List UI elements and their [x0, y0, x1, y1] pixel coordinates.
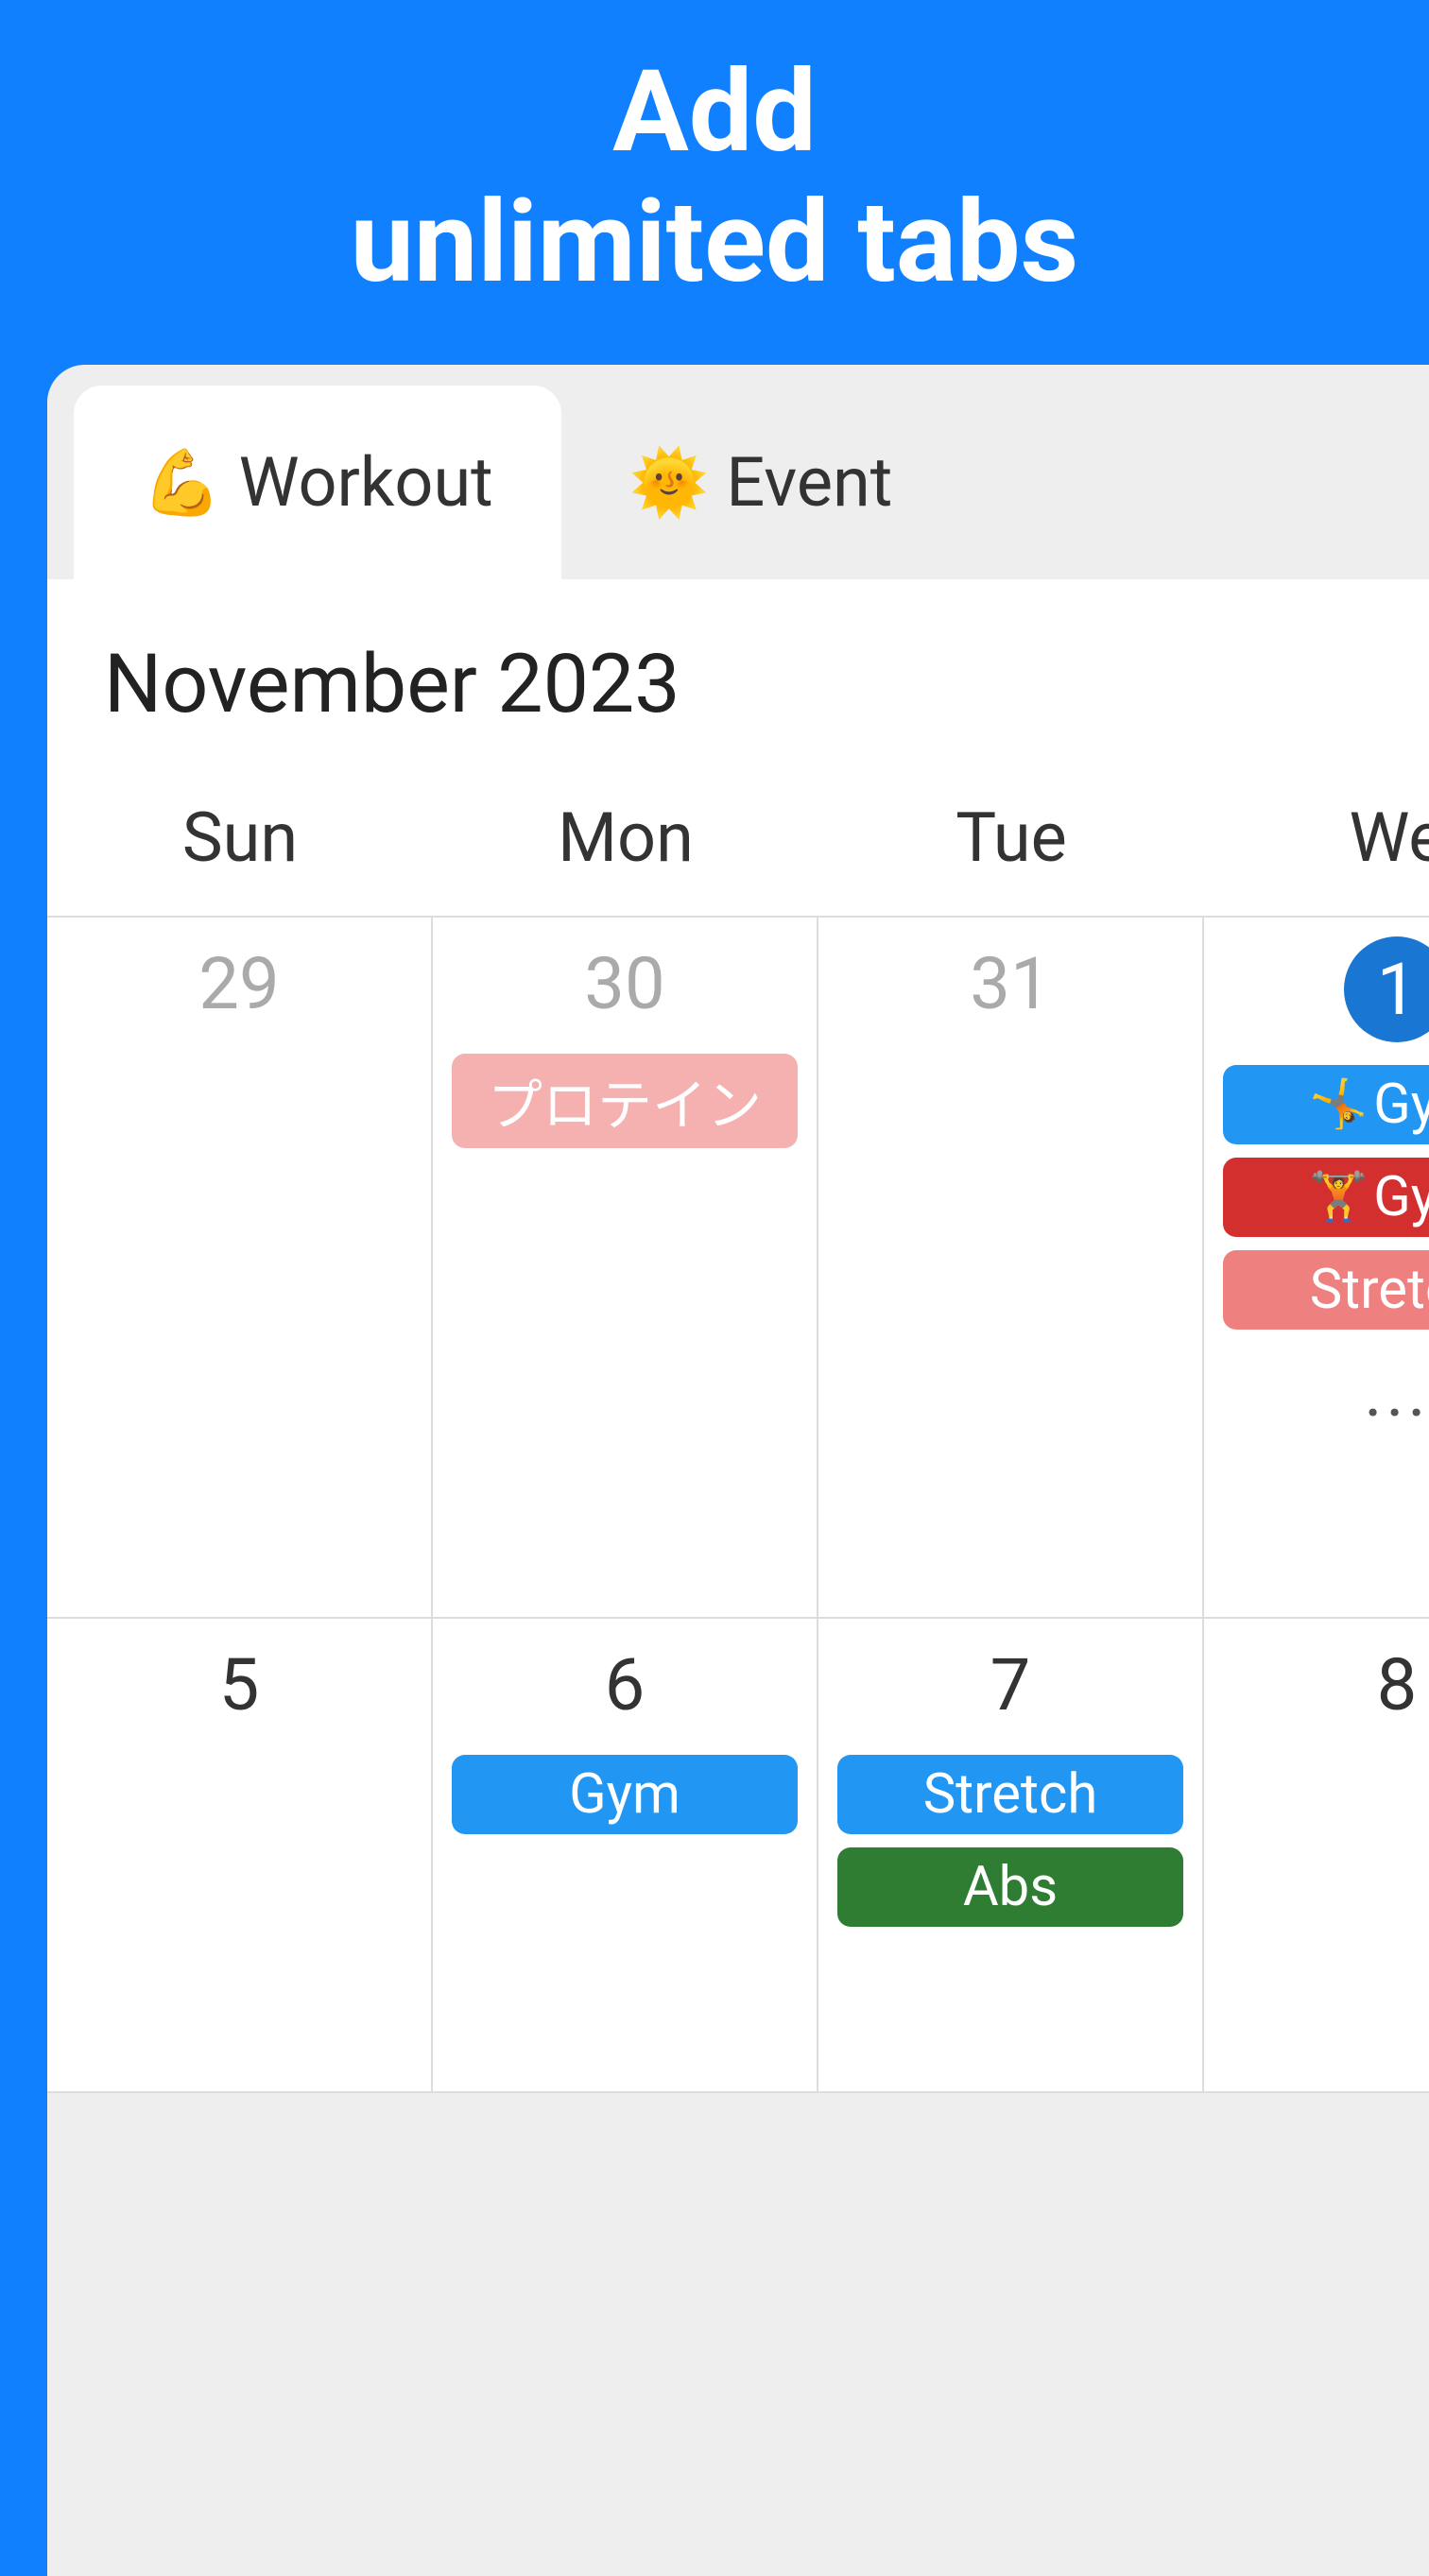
- event-label: Abs: [963, 1855, 1058, 1919]
- event-label: Stretch: [923, 1762, 1098, 1827]
- event-label: Gym: [1373, 1073, 1429, 1137]
- event-pill[interactable]: プロテイン: [452, 1054, 799, 1148]
- day-header-tue: Tue: [818, 798, 1204, 878]
- phone-frame: 💪 Workout 🌞 Event November 2023 Sun Mon …: [47, 365, 1429, 2576]
- date-number: 30: [577, 936, 672, 1031]
- event-pill[interactable]: 🏋️ Gym: [1223, 1158, 1429, 1237]
- weightlifter-emoji-icon: 🏋️: [1309, 1170, 1368, 1225]
- date-number: 5: [192, 1638, 286, 1732]
- event-label: Gym: [1373, 1165, 1429, 1229]
- date-number: 7: [963, 1638, 1058, 1732]
- promo-header: Add unlimited tabs: [0, 0, 1429, 365]
- date-number: 6: [577, 1638, 672, 1732]
- event-pill[interactable]: Stretch: [1223, 1250, 1429, 1330]
- header-line2: unlimited tabs: [0, 178, 1429, 308]
- day-header-wed: We: [1204, 798, 1429, 878]
- calendar-row: 5 6 Gym 7 Stretch Abs: [47, 1619, 1429, 2093]
- calendar-cell-5[interactable]: 5: [47, 1619, 433, 2091]
- event-pill[interactable]: Stretch: [837, 1755, 1184, 1834]
- day-header-sun: Sun: [47, 798, 433, 878]
- date-number: 31: [963, 936, 1058, 1031]
- date-number: 8: [1350, 1638, 1429, 1732]
- calendar-grid: 29 30 プロテイン 31 1 🤸: [47, 918, 1429, 2093]
- calendar-cell-7[interactable]: 7 Stretch Abs: [818, 1619, 1204, 2091]
- tab-event-label: Event: [726, 442, 892, 523]
- event-pill[interactable]: Abs: [837, 1847, 1184, 1927]
- date-number-today: 1: [1344, 936, 1429, 1042]
- calendar-cell-6[interactable]: 6 Gym: [433, 1619, 818, 2091]
- sun-emoji-icon: 🌞: [629, 445, 710, 521]
- calendar-cell-30[interactable]: 30 プロテイン: [433, 918, 818, 1617]
- calendar-cell-29[interactable]: 29: [47, 918, 433, 1617]
- tab-workout-label: Workout: [239, 442, 493, 523]
- more-indicator[interactable]: ...: [1365, 1352, 1429, 1433]
- event-label: Stretch: [1310, 1258, 1429, 1322]
- day-headers-row: Sun Mon Tue We: [47, 798, 1429, 918]
- calendar-row: 29 30 プロテイン 31 1 🤸: [47, 918, 1429, 1619]
- day-header-mon: Mon: [433, 798, 818, 878]
- tab-event[interactable]: 🌞 Event: [561, 386, 961, 579]
- cartwheel-emoji-icon: 🤸: [1309, 1077, 1368, 1132]
- tabs-container: 💪 Workout 🌞 Event: [47, 365, 1429, 579]
- calendar-cell-8[interactable]: 8: [1204, 1619, 1429, 2091]
- calendar-cell-31[interactable]: 31: [818, 918, 1204, 1617]
- month-title: November 2023: [47, 636, 1429, 798]
- flex-emoji-icon: 💪: [142, 445, 222, 521]
- date-number: 29: [192, 936, 286, 1031]
- tab-workout[interactable]: 💪 Workout: [74, 386, 561, 579]
- calendar-container: November 2023 Sun Mon Tue We 29 30 プロテイン: [47, 579, 1429, 2093]
- event-label: プロテイン: [488, 1061, 762, 1141]
- calendar-cell-1[interactable]: 1 🤸 Gym 🏋️ Gym Stretch ...: [1204, 918, 1429, 1617]
- event-pill[interactable]: 🤸 Gym: [1223, 1065, 1429, 1144]
- event-pill[interactable]: Gym: [452, 1755, 799, 1834]
- event-label: Gym: [569, 1762, 680, 1827]
- header-line1: Add: [0, 47, 1429, 178]
